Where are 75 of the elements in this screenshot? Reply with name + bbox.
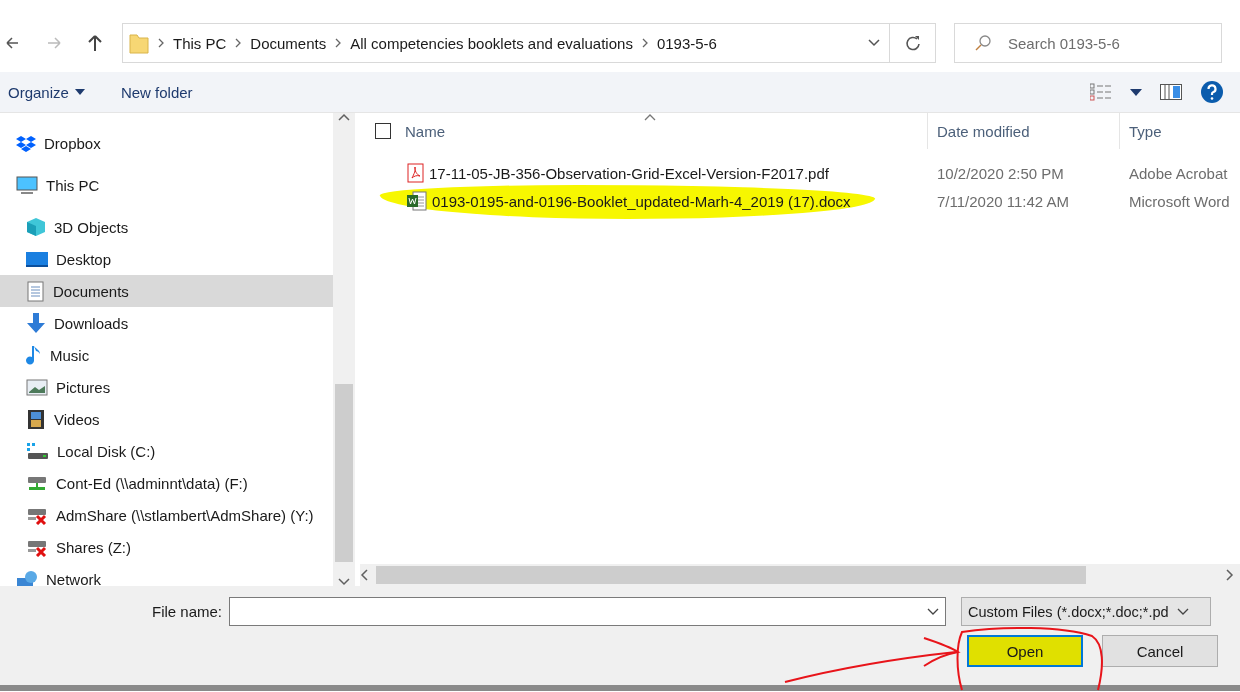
folder-icon [129, 32, 149, 54]
sidebar-item[interactable]: Network [0, 563, 333, 586]
new-folder-button[interactable]: New folder [120, 83, 193, 101]
network-drive-icon [26, 474, 48, 492]
date-cell-text: 10/2/2020 2:50 PM [936, 164, 1065, 182]
type-cell-text: Microsoft Word [1128, 192, 1230, 210]
dialog-button[interactable]: Cancel [1102, 635, 1218, 667]
field-label: File name: [150, 603, 223, 620]
scroll-down-icon[interactable] [338, 578, 350, 586]
dialog-button[interactable]: Open [967, 635, 1083, 667]
drive-icon [26, 442, 49, 460]
down-arrow-icon [26, 313, 46, 333]
sidebar-item[interactable]: Pictures [0, 371, 333, 403]
refresh-icon [904, 35, 921, 51]
sidebar-item[interactable]: Cont-Ed (\\adminnt\data) (F:) [0, 467, 333, 499]
word-file-icon [407, 191, 427, 211]
file-type-dropdown[interactable]: Custom Files (*.docx;*.doc;*.pd [961, 597, 1211, 626]
breadcrumb-item[interactable]: Documents [250, 34, 327, 52]
document-icon [26, 280, 45, 302]
sidebar-item[interactable]: Dropbox [0, 127, 333, 159]
organize-button[interactable]: Organize [8, 83, 85, 101]
view-options-icon[interactable] [1090, 83, 1112, 101]
column-header[interactable]: Date modified [937, 122, 1030, 140]
refresh-button[interactable] [890, 23, 936, 63]
sidebar-item[interactable]: Shares (Z:) [0, 531, 333, 563]
network-icon [16, 570, 38, 586]
sidebar-item[interactable]: Downloads [0, 307, 333, 339]
cube-icon [26, 217, 46, 237]
monitor-icon [26, 250, 48, 268]
address-bar[interactable]: This PC Documents All competencies booklets and evaluations 0193-5-6 [122, 23, 890, 63]
chevron-icon [234, 37, 243, 49]
chevron-icon [334, 37, 343, 49]
sort-caret-icon [644, 113, 656, 121]
caret-icon[interactable] [1130, 88, 1142, 96]
sidebar-item[interactable]: AdmShare (\\stlambert\AdmShare) (Y:) [0, 499, 333, 531]
sidebar-item[interactable]: Videos [0, 403, 333, 435]
breadcrumb-item[interactable]: This PC [173, 34, 227, 52]
scroll-right-icon[interactable] [1226, 569, 1234, 581]
caret-icon [74, 89, 85, 95]
search-field[interactable]: Search 0193-5-6 [954, 23, 1222, 63]
sidebar-item[interactable]: Documents [0, 275, 333, 307]
sidebar-item[interactable]: Desktop [0, 243, 333, 275]
preview-pane-icon[interactable] [1160, 84, 1182, 100]
scrollbar[interactable] [333, 113, 355, 586]
column-header[interactable]: Name [405, 122, 445, 140]
sidebar-item[interactable]: 3D Objects [0, 211, 333, 243]
file-row[interactable]: 17-11-05-JB-356-Observation-Grid-Excel-Version-F2017.pdf 10/2/2020 2:50 PM Adobe Acrobat [360, 159, 1240, 187]
file-name-field[interactable] [229, 597, 946, 626]
chevron-icon [157, 37, 165, 49]
sidebar-item[interactable]: Local Disk (C:) [0, 435, 333, 467]
help-icon[interactable] [1200, 80, 1224, 104]
scrollbar[interactable] [360, 564, 1240, 586]
pdf-file-icon [407, 163, 424, 183]
search-icon [974, 34, 992, 52]
sidebar-item[interactable]: Music [0, 339, 333, 371]
picture-frame-icon [26, 377, 48, 397]
dropdown-icon [927, 607, 939, 616]
type-cell-text: Adobe Acrobat [1128, 164, 1228, 182]
chevron-icon [640, 37, 649, 49]
file-name[interactable]: 0193-0195-and-0196-Booklet_updated-Marh-4_2019 (17).docx [432, 192, 851, 210]
file-name[interactable]: 17-11-05-JB-356-Observation-Grid-Excel-Version-F2017.pdf [429, 164, 829, 182]
computer-icon [16, 176, 38, 194]
date-cell-text: 7/11/2020 11:42 AM [936, 192, 1071, 210]
column-header[interactable]: Type [1129, 122, 1162, 140]
dropbox-icon [16, 134, 36, 152]
scroll-left-icon[interactable] [360, 569, 368, 581]
breadcrumb-item[interactable]: All competencies booklets and evaluations [350, 34, 633, 52]
music-note-icon [26, 345, 42, 365]
sidebar-item[interactable]: This PC [0, 169, 333, 201]
scroll-up-icon[interactable] [338, 113, 350, 121]
select-all-checkbox[interactable] [375, 123, 391, 139]
film-strip-icon [26, 408, 46, 430]
breadcrumb-item[interactable]: 0193-5-6 [656, 34, 717, 52]
dropdown-icon [1176, 607, 1189, 616]
dropdown-icon[interactable] [867, 38, 881, 48]
